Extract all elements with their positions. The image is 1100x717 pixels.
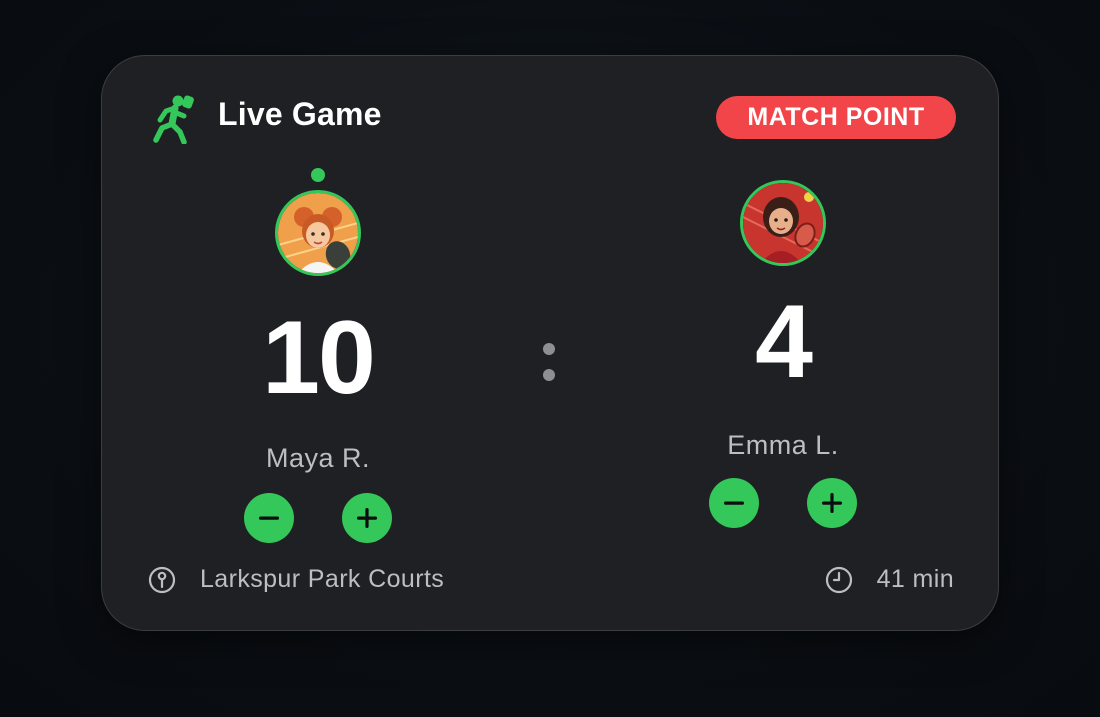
avatar <box>740 180 826 266</box>
match-point-badge: MATCH POINT <box>716 96 956 139</box>
increment-score-button[interactable] <box>807 478 857 528</box>
player-score: 4 <box>755 284 813 400</box>
player-name: Maya R. <box>265 443 371 473</box>
player-score: 10 <box>262 300 376 416</box>
pickleball-player-icon <box>153 95 194 144</box>
score-separator <box>543 343 557 395</box>
decrement-score-button[interactable] <box>244 493 294 543</box>
duration-row: 41 min <box>825 565 954 594</box>
increment-score-button[interactable] <box>342 493 392 543</box>
decrement-score-button[interactable] <box>709 478 759 528</box>
location-label: Larkspur Park Courts <box>200 565 445 593</box>
serving-indicator <box>311 168 325 182</box>
plus-icon <box>822 493 842 513</box>
avatar <box>275 190 361 276</box>
plus-icon <box>357 508 377 528</box>
duration-label: 41 min <box>876 565 954 593</box>
clock-icon <box>825 566 852 593</box>
widget-title: Live Game <box>218 96 382 132</box>
live-game-widget: Live Game MATCH POINT 10 Maya R. 4 Emma … <box>101 55 999 631</box>
player-two-panel: 4 Emma L. <box>633 180 933 528</box>
player-one-panel: 10 Maya R. <box>168 168 468 543</box>
location-row: Larkspur Park Courts <box>148 565 444 594</box>
player-name: Emma L. <box>727 430 839 460</box>
minus-icon <box>724 501 744 505</box>
minus-icon <box>259 516 279 520</box>
location-pin-icon <box>148 566 176 593</box>
